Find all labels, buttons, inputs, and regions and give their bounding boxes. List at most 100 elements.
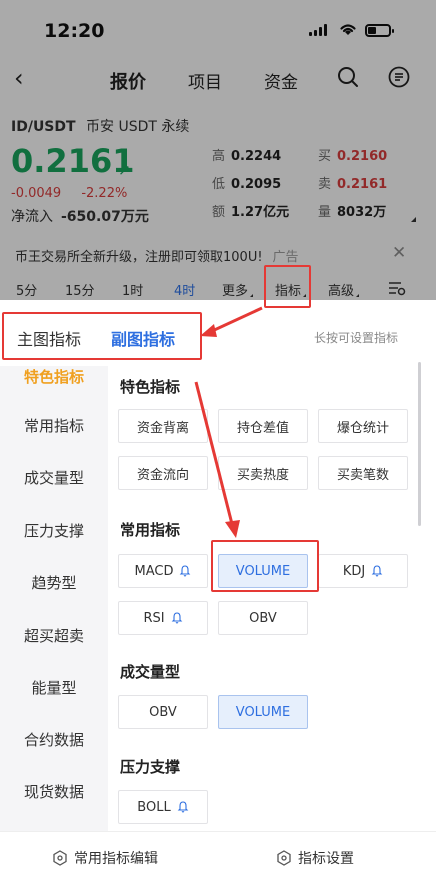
wifi-icon <box>340 24 356 35</box>
category-volume[interactable]: 成交量型 <box>0 467 108 488</box>
category-common[interactable]: 常用指标 <box>0 415 108 436</box>
chart-settings-icon[interactable] <box>388 280 406 296</box>
exchange-name: 币安 USDT 永续 <box>86 119 190 135</box>
sell-label: 卖 <box>318 177 332 192</box>
chip-label: 买卖热度 <box>236 467 289 483</box>
indicator-chip-boll[interactable]: BOLL <box>118 790 208 824</box>
section-title-featured: 特色指标 <box>120 378 181 396</box>
high-label: 高 <box>212 149 226 164</box>
netflow-label: 净流入 <box>11 209 53 225</box>
indicator-content: 特色指标 资金背离 持仓差值 爆仓统计 资金流向 买卖热度 买卖笔数 常用指标 … <box>108 366 418 831</box>
bell-icon[interactable] <box>171 612 183 624</box>
section-title-support-resistance: 压力支撑 <box>120 758 181 776</box>
pair-name: ID/USDT <box>11 119 76 135</box>
section-title-volume: 成交量型 <box>120 663 181 681</box>
indicator-chip-kdj[interactable]: KDJ <box>318 554 408 588</box>
category-trend[interactable]: 趋势型 <box>0 572 108 593</box>
category-support-resistance[interactable]: 压力支撑 <box>0 520 108 541</box>
ad-text: 币王交易所全新升级，注册即可领取100U! <box>15 250 263 265</box>
interval-5m[interactable]: 5分 <box>16 280 37 299</box>
chip-label: VOLUME <box>235 563 291 579</box>
tab-funds[interactable]: 资金 <box>264 68 298 93</box>
chip-label: BOLL <box>137 799 171 815</box>
chip-label: OBV <box>149 704 177 720</box>
chip-label: MACD <box>134 563 174 579</box>
indicator-chip[interactable]: 爆仓统计 <box>318 409 408 443</box>
category-spot-data[interactable]: 现货数据 <box>0 781 108 802</box>
interval-more[interactable]: 更多 <box>222 280 254 299</box>
high-value: 0.2244 <box>231 149 282 164</box>
interval-15m[interactable]: 15分 <box>65 280 95 299</box>
category-energy[interactable]: 能量型 <box>0 677 108 698</box>
back-arrow-icon[interactable]: ‹ <box>14 64 24 92</box>
indicator-chip[interactable]: 买卖热度 <box>218 456 308 490</box>
edit-common-indicators-button[interactable]: 常用指标编辑 <box>52 848 158 868</box>
indicator-chip[interactable]: 资金背离 <box>118 409 208 443</box>
indicator-chip[interactable]: 买卖笔数 <box>318 456 408 490</box>
chip-label: 持仓差值 <box>236 420 289 436</box>
last-price: 0.2161 <box>11 142 135 180</box>
dropdown-corner-icon <box>250 294 254 297</box>
tab-main-indicators[interactable]: 主图指标 <box>17 326 81 350</box>
trading-pair: ID/USDT 币安 USDT 永续 <box>11 116 189 136</box>
chip-label: 资金背离 <box>136 420 189 436</box>
amount-label: 额 <box>212 205 226 220</box>
dropdown-corner-icon <box>303 294 307 297</box>
search-icon[interactable] <box>337 66 359 88</box>
expand-corner-icon[interactable] <box>411 217 416 222</box>
chip-label: VOLUME <box>235 704 291 720</box>
volume-value: 8032万 <box>337 205 387 220</box>
indicator-category-nav: 特色指标 常用指标 成交量型 压力支撑 趋势型 超买超卖 能量型 合约数据 现货… <box>0 366 108 831</box>
edit-label: 常用指标编辑 <box>74 851 158 867</box>
indicator-chip-obv[interactable]: OBV <box>218 601 308 635</box>
indicator-chip-rsi[interactable]: RSI <box>118 601 208 635</box>
scrollbar[interactable] <box>418 362 421 526</box>
long-press-hint: 长按可设置指标 <box>314 331 399 345</box>
indicator-settings-button[interactable]: 指标设置 <box>276 848 354 868</box>
chip-label: 爆仓统计 <box>336 420 389 436</box>
battery-icon <box>365 24 394 37</box>
buy-value: 0.2160 <box>337 149 388 164</box>
indicator-chip-obv[interactable]: OBV <box>118 695 208 729</box>
indicator-sheet: 主图指标 副图指标 长按可设置指标 特色指标 常用指标 成交量型 压力支撑 趋势… <box>0 304 436 887</box>
interval-advanced[interactable]: 高级 <box>328 280 360 299</box>
bell-icon[interactable] <box>371 565 383 577</box>
sell-value: 0.2161 <box>337 177 388 192</box>
status-bar: 12:20 <box>0 0 436 60</box>
tab-quote[interactable]: 报价 <box>110 68 146 94</box>
chip-label: 资金流向 <box>136 467 189 483</box>
status-time: 12:20 <box>44 20 105 42</box>
bell-icon[interactable] <box>179 565 191 577</box>
ad-banner[interactable]: 币王交易所全新升级，注册即可领取100U! 广告 ✕ <box>0 240 436 268</box>
indicator-chip[interactable]: 持仓差值 <box>218 409 308 443</box>
sheet-header: 主图指标 副图指标 长按可设置指标 <box>0 304 436 366</box>
tab-sub-indicators[interactable]: 副图指标 <box>111 326 175 350</box>
category-overbought-oversold[interactable]: 超买超卖 <box>0 625 108 646</box>
low-value: 0.2095 <box>231 177 282 192</box>
interval-indicators-label: 指标 <box>275 284 302 299</box>
stats-col-1: 高 0.2244 低 0.2095 额 1.27亿元 <box>212 145 289 229</box>
indicator-chip-volume[interactable]: VOLUME <box>218 695 308 729</box>
bell-icon[interactable] <box>177 801 189 813</box>
indicator-chip[interactable]: 资金流向 <box>118 456 208 490</box>
close-icon[interactable]: ✕ <box>392 243 406 263</box>
interval-more-label: 更多 <box>222 284 249 299</box>
net-inflow: 净流入 -650.07万元 <box>11 206 149 226</box>
change-percent: -2.22% <box>81 186 128 201</box>
category-featured[interactable]: 特色指标 <box>0 366 108 387</box>
menu-icon[interactable] <box>388 66 410 88</box>
interval-4h[interactable]: 4时 <box>174 280 195 299</box>
category-contract-data[interactable]: 合约数据 <box>0 729 108 750</box>
section-title-common: 常用指标 <box>120 521 181 539</box>
interval-indicators[interactable]: 指标 <box>275 280 307 299</box>
ad-tag: 广告 <box>272 250 299 265</box>
low-label: 低 <box>212 177 226 192</box>
hexagon-settings-icon <box>277 850 291 866</box>
settings-label: 指标设置 <box>298 851 354 867</box>
indicator-chip-volume[interactable]: VOLUME <box>218 554 308 588</box>
volume-label: 量 <box>318 205 332 220</box>
interval-1h[interactable]: 1时 <box>122 280 143 299</box>
indicator-chip-macd[interactable]: MACD <box>118 554 208 588</box>
tab-project[interactable]: 项目 <box>188 68 222 93</box>
interval-advanced-label: 高级 <box>328 284 355 299</box>
